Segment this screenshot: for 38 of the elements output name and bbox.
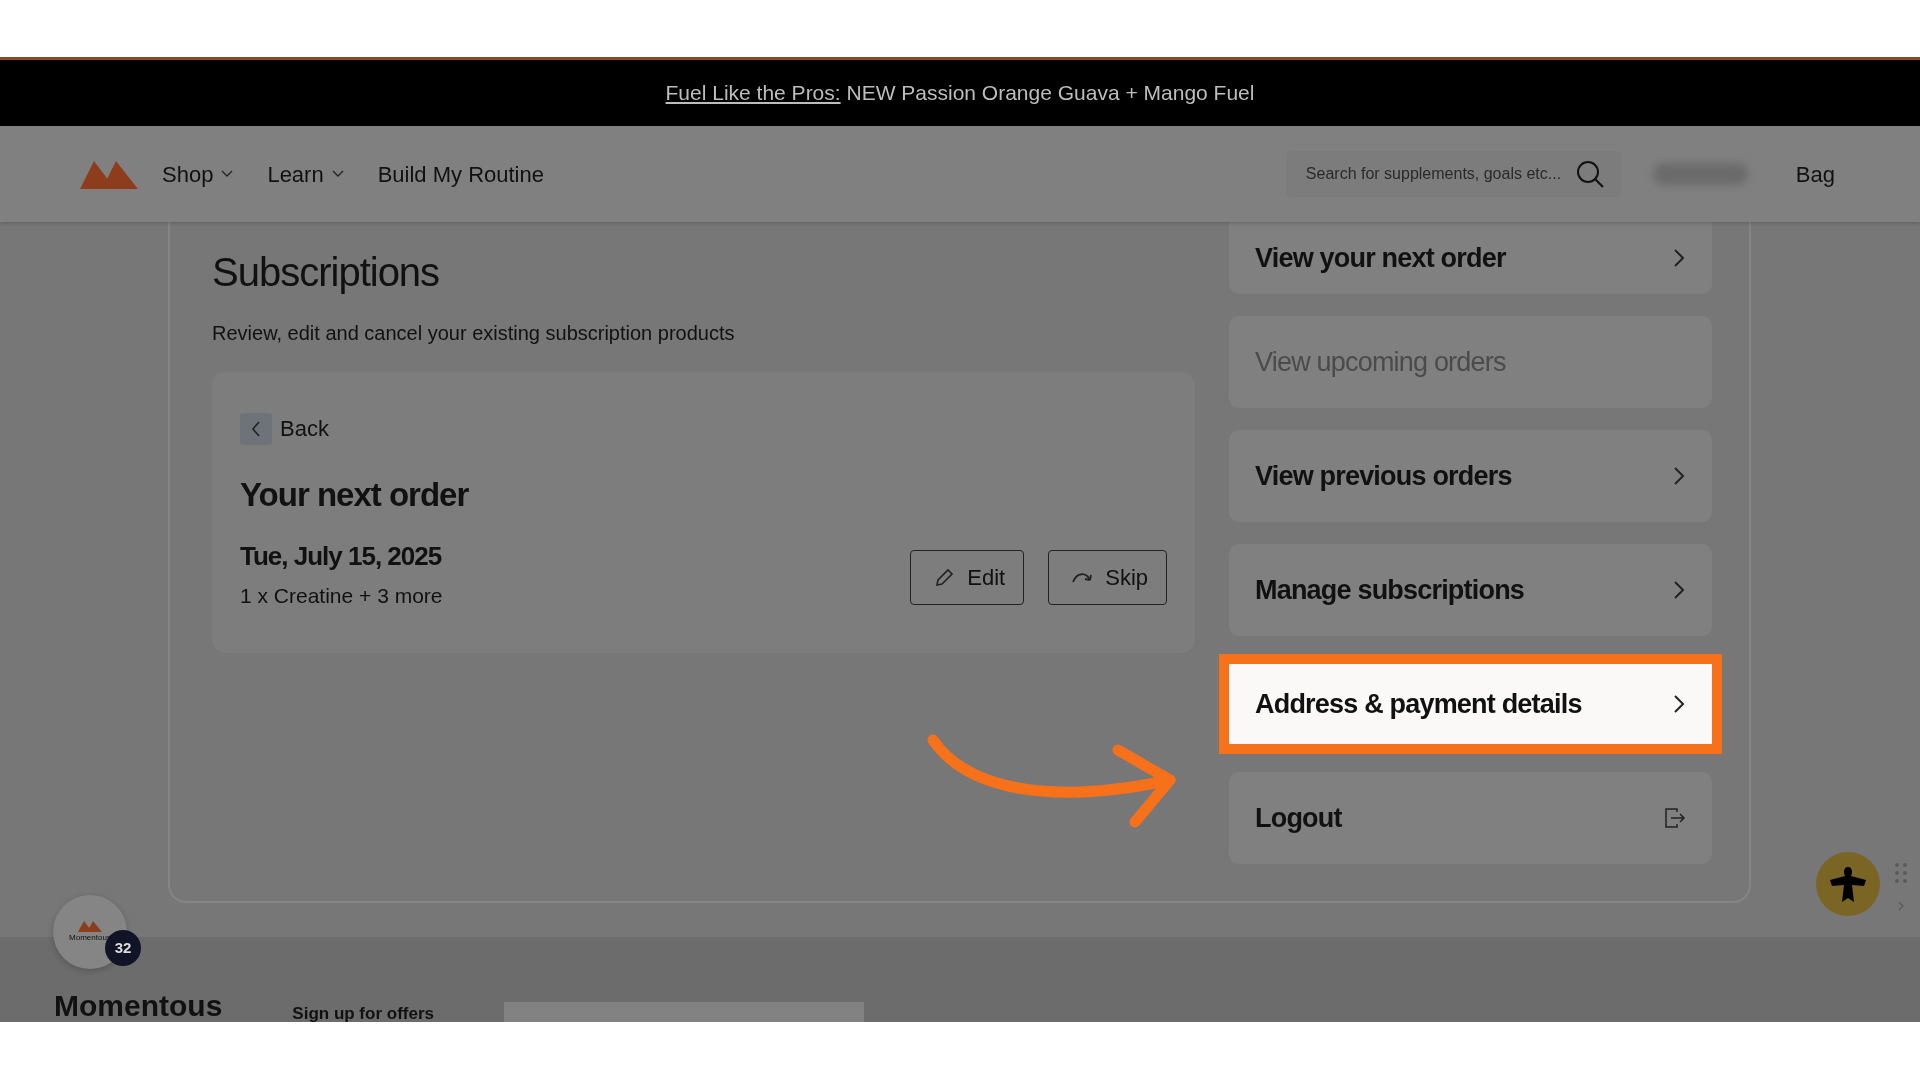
- footer-logo-text: Momentous: [54, 991, 223, 1022]
- menu-item[interactable]: View your next order: [1229, 222, 1712, 294]
- caret-icon: [331, 170, 344, 178]
- promo-link[interactable]: Fuel Like the Pros:: [665, 81, 841, 105]
- page-title: Subscriptions: [212, 249, 441, 296]
- nav-link[interactable]: Build My Routine: [377, 157, 544, 191]
- signup-heading: Sign up for offers: [292, 1005, 434, 1022]
- logo-icon: [78, 920, 102, 932]
- back-link[interactable]: Back: [280, 412, 329, 445]
- chevron-right-icon: [1672, 248, 1686, 268]
- menu-item[interactable]: View previous orders: [1229, 430, 1712, 522]
- menu-item[interactable]: Manage subscriptions: [1229, 544, 1712, 636]
- back-button[interactable]: [240, 412, 272, 445]
- chevron-right-icon: [1672, 466, 1686, 486]
- bag-link[interactable]: Bag: [1795, 157, 1835, 191]
- order-heading: Your next order: [240, 475, 470, 515]
- menu-item[interactable]: Address & payment details: [1219, 654, 1722, 754]
- dropdown-menu-link[interactable]: Learn: [267, 157, 344, 191]
- chevron-right-icon: [1672, 694, 1686, 714]
- logout-icon: [1664, 807, 1686, 829]
- drag-handle-icon: [1894, 862, 1908, 912]
- curved-arrow-icon: [1071, 570, 1094, 585]
- skip-button[interactable]: Skip: [1048, 550, 1167, 606]
- figure-icon: [1828, 864, 1868, 904]
- order-summary: 1 x Creatine + 3 more: [240, 582, 443, 609]
- pencil-icon: [933, 566, 956, 589]
- page-subtitle: Review, edit and cancel your existing subscription products: [212, 321, 736, 346]
- email-field[interactable]: [504, 1002, 864, 1022]
- menu-item[interactable]: Logout: [1229, 772, 1712, 864]
- edit-button[interactable]: Edit: [910, 550, 1025, 606]
- chevron-right-icon: [1672, 580, 1686, 600]
- announcement-text: Fuel Like the Pros: NEW Passion Orange Guava + Mango Fuel: [665, 80, 1255, 107]
- order-date: Tue, July 15, 2025: [240, 539, 443, 573]
- chevron-left-icon: [251, 420, 261, 437]
- search-field[interactable]: Search for supplements, goals etc...: [1285, 151, 1621, 197]
- dropdown-menu-link[interactable]: Shop: [162, 157, 234, 191]
- logo-icon: [80, 159, 138, 189]
- caret-icon: [221, 170, 234, 178]
